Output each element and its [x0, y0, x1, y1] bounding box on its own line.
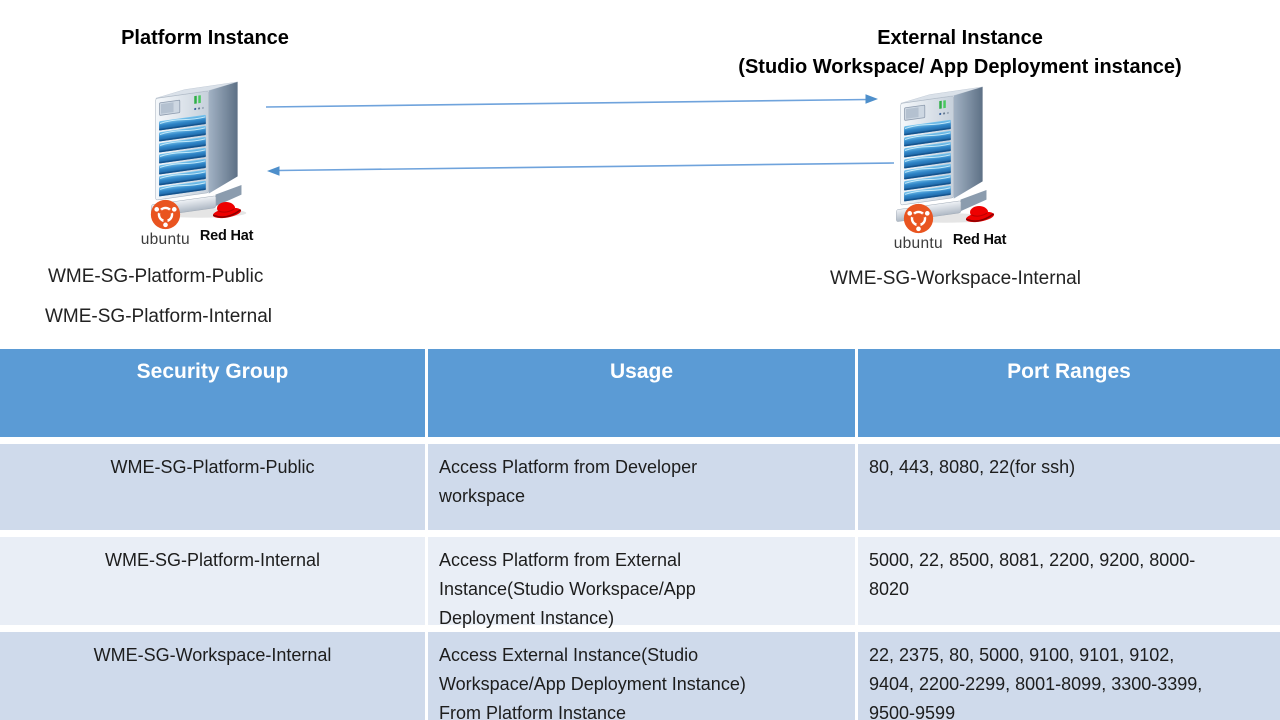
ubuntu-logo: ubuntu	[141, 199, 190, 249]
cell-port-ranges: 5000, 22, 8500, 8081, 2200, 9200, 8000- …	[858, 537, 1280, 625]
cell-security-group: WME-SG-Platform-Internal	[0, 537, 425, 625]
slide-canvas: Platform Instance External Instance (Stu…	[0, 0, 1280, 720]
table-header-row: Security Group Usage Port Ranges	[0, 349, 1280, 437]
label-platform-public: WME-SG-Platform-Public	[48, 266, 263, 288]
cell-port-ranges: 80, 443, 8080, 22(for ssh)	[858, 444, 1280, 530]
header-port-ranges: Port Ranges	[858, 349, 1280, 437]
platform-os-logos: ubuntu Red Hat	[136, 199, 258, 249]
redhat-logo: Red Hat	[200, 199, 253, 244]
cell-port-ranges: 22, 2375, 80, 5000, 9100, 9101, 9102, 94…	[858, 632, 1280, 720]
external-os-logos: ubuntu Red Hat	[889, 203, 1011, 253]
redhat-icon	[208, 199, 246, 226]
arrow-external-to-platform	[267, 163, 894, 176]
external-server-icon	[893, 77, 999, 224]
cell-usage: Access Platform from External Instance(S…	[428, 537, 855, 625]
ubuntu-icon	[150, 199, 181, 230]
cell-usage: Access External Instance(Studio Workspac…	[428, 632, 855, 720]
ubuntu-wordmark: ubuntu	[894, 235, 943, 253]
cell-security-group: WME-SG-Workspace-Internal	[0, 632, 425, 720]
ubuntu-wordmark: ubuntu	[141, 231, 190, 249]
external-instance-title: External Instance (Studio Workspace/ App…	[660, 24, 1260, 82]
security-groups-table: Security Group Usage Port Ranges WME-SG-…	[0, 349, 1280, 720]
ubuntu-logo: ubuntu	[894, 203, 943, 253]
header-usage: Usage	[428, 349, 855, 437]
label-platform-internal: WME-SG-Platform-Internal	[45, 306, 272, 328]
platform-instance-title: Platform Instance	[40, 24, 370, 53]
table-row: WME-SG-Platform-Internal Access Platform…	[0, 537, 1280, 625]
platform-server-icon	[148, 72, 254, 219]
redhat-icon	[961, 203, 999, 230]
table-row: WME-SG-Workspace-Internal Access Externa…	[0, 632, 1280, 720]
external-instance-title-line1: External Instance	[660, 24, 1260, 53]
redhat-logo: Red Hat	[953, 203, 1006, 248]
redhat-wordmark: Red Hat	[953, 232, 1006, 248]
platform-instance-title-text: Platform Instance	[121, 27, 289, 49]
table-row: WME-SG-Platform-Public Access Platform f…	[0, 444, 1280, 530]
ubuntu-icon	[903, 203, 934, 234]
cell-usage: Access Platform from Developer workspace	[428, 444, 855, 530]
redhat-wordmark: Red Hat	[200, 228, 253, 244]
cell-security-group: WME-SG-Platform-Public	[0, 444, 425, 530]
arrow-platform-to-external	[266, 94, 878, 107]
label-workspace-internal: WME-SG-Workspace-Internal	[830, 268, 1081, 290]
header-security-group: Security Group	[0, 349, 425, 437]
